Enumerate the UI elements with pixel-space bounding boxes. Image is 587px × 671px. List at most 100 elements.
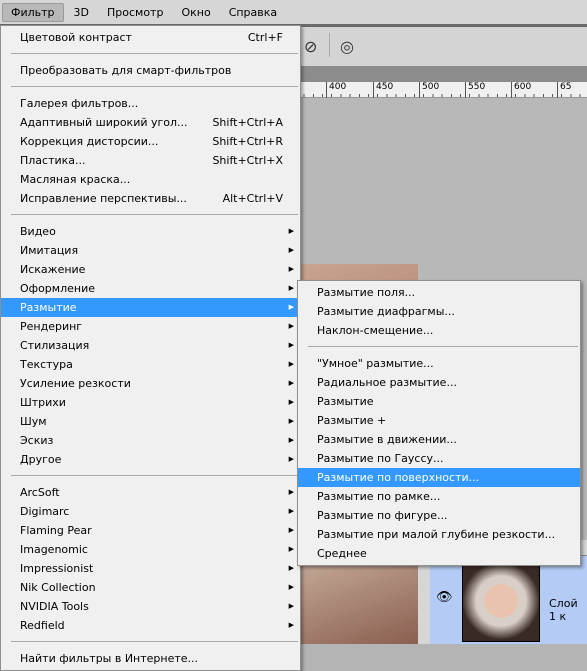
menu-item[interactable]: Flaming Pear ▶ <box>1 521 300 540</box>
menu-item[interactable]: Преобразовать для смарт-фильтров <box>1 61 300 80</box>
menu-item[interactable]: Имитация ▶ <box>1 241 300 260</box>
menu-item-label: Imagenomic <box>20 543 88 556</box>
menu-item[interactable]: Размытие по поверхности... <box>298 468 580 487</box>
submenu-arrow-icon: ▶ <box>288 360 294 368</box>
submenu-arrow-icon: ▶ <box>288 227 294 235</box>
menu-help[interactable]: Справка <box>221 4 285 21</box>
ruler-label: 550 <box>465 82 485 98</box>
menu-item[interactable]: Размытие <box>298 392 580 411</box>
menu-item[interactable]: Размытие диафрагмы... <box>298 302 580 321</box>
menu-item-label: Flaming Pear <box>20 524 92 537</box>
submenu-arrow-icon: ▶ <box>288 602 294 610</box>
menu-item-label: Наклон-смещение... <box>317 324 434 337</box>
menu-item-label: Размытие <box>20 301 77 314</box>
menu-item[interactable]: Масляная краска... <box>1 170 300 189</box>
menu-item-label: Размытие поля... <box>317 286 416 299</box>
submenu-arrow-icon: ▶ <box>288 564 294 572</box>
menu-item-label: Радиальное размытие... <box>317 376 457 389</box>
layer-thumbnail <box>462 560 540 642</box>
menu-item[interactable]: Коррекция дисторсии... Shift+Ctrl+R <box>1 132 300 151</box>
ruler-label: 450 <box>373 82 393 98</box>
menu-item-label: Размытие по поверхности... <box>317 471 480 484</box>
menu-3d[interactable]: 3D <box>66 4 97 21</box>
menu-item[interactable]: Шум ▶ <box>1 412 300 431</box>
shortcut-label: Alt+Ctrl+V <box>222 192 283 205</box>
menu-item[interactable]: Redfield ▶ <box>1 616 300 635</box>
menu-item-label: Эскиз <box>20 434 54 447</box>
menu-item-label: Рендеринг <box>20 320 83 333</box>
menu-item-label: Пластика... <box>20 154 86 167</box>
submenu-arrow-icon: ▶ <box>288 526 294 534</box>
target-pen-icon[interactable]: ◎ <box>340 37 354 56</box>
menu-item[interactable]: "Умное" размытие... <box>298 354 580 373</box>
menu-item[interactable]: Nik Collection ▶ <box>1 578 300 597</box>
menu-item[interactable]: Оформление ▶ <box>1 279 300 298</box>
menu-item[interactable]: Радиальное размытие... <box>298 373 580 392</box>
menu-item-label: Цветовой контраст <box>20 31 132 44</box>
submenu-arrow-icon: ▶ <box>288 322 294 330</box>
submenu-arrow-icon: ▶ <box>288 583 294 591</box>
menu-item[interactable]: Рендеринг ▶ <box>1 317 300 336</box>
menu-item[interactable]: Цветовой контраст Ctrl+F <box>1 28 300 47</box>
menu-item[interactable]: Эскиз ▶ <box>1 431 300 450</box>
menu-item-label: Размытие + <box>317 414 387 427</box>
menu-item[interactable]: ArcSoft ▶ <box>1 483 300 502</box>
menu-item[interactable]: Усиление резкости ▶ <box>1 374 300 393</box>
submenu-arrow-icon: ▶ <box>288 246 294 254</box>
menu-filter[interactable]: Фильтр <box>2 2 64 22</box>
menu-item[interactable]: Штрихи ▶ <box>1 393 300 412</box>
menu-item[interactable]: Другое ▶ <box>1 450 300 469</box>
menu-item[interactable]: Искажение ▶ <box>1 260 300 279</box>
ruler-label: 65 <box>557 82 571 98</box>
menu-item-label: Размытие в движении... <box>317 433 457 446</box>
menu-item-label: Размытие по фигуре... <box>317 509 448 522</box>
shortcut-label: Ctrl+F <box>247 31 283 44</box>
menu-item[interactable]: Imagenomic ▶ <box>1 540 300 559</box>
submenu-arrow-icon: ▶ <box>288 488 294 496</box>
menu-window[interactable]: Окно <box>173 4 218 21</box>
menu-item[interactable]: Среднее <box>298 544 580 563</box>
menu-item[interactable]: Размытие по фигуре... <box>298 506 580 525</box>
menu-item-label: Штрихи <box>20 396 66 409</box>
menu-item[interactable]: Размытие поля... <box>298 283 580 302</box>
submenu-arrow-icon: ▶ <box>288 284 294 292</box>
divider <box>329 33 330 57</box>
ruler-label: 500 <box>419 82 439 98</box>
menu-item[interactable]: Галерея фильтров... <box>1 94 300 113</box>
menu-item[interactable]: Стилизация ▶ <box>1 336 300 355</box>
menu-item-label: Найти фильтры в Интернете... <box>20 652 199 665</box>
ruler-label: 600 <box>511 82 531 98</box>
menu-item-label: Масляная краска... <box>20 173 131 186</box>
menu-item-label: Имитация <box>20 244 79 257</box>
menu-item[interactable]: Исправление перспективы... Alt+Ctrl+V <box>1 189 300 208</box>
shortcut-label: Shift+Ctrl+A <box>212 116 283 129</box>
menu-item[interactable]: Размытие в движении... <box>298 430 580 449</box>
menu-item[interactable]: Найти фильтры в Интернете... <box>1 649 300 668</box>
menu-item[interactable]: Размытие ▶ <box>1 298 300 317</box>
menu-item[interactable]: Размытие при малой глубине резкости... <box>298 525 580 544</box>
menu-item-label: Коррекция дисторсии... <box>20 135 159 148</box>
menu-item[interactable]: NVIDIA Tools ▶ <box>1 597 300 616</box>
menu-separator <box>11 641 298 642</box>
no-brush-icon[interactable]: ⊘ <box>304 37 317 56</box>
menu-bar: Фильтр 3D Просмотр Окно Справка <box>0 0 587 24</box>
menu-item-label: Стилизация <box>20 339 90 352</box>
menu-item[interactable]: Размытие + <box>298 411 580 430</box>
eye-icon[interactable]: 👁 <box>436 590 453 605</box>
menu-item[interactable]: Размытие по рамке... <box>298 487 580 506</box>
submenu-arrow-icon: ▶ <box>288 398 294 406</box>
menu-item[interactable]: Текстура ▶ <box>1 355 300 374</box>
submenu-arrow-icon: ▶ <box>288 545 294 553</box>
menu-item[interactable]: Пластика... Shift+Ctrl+X <box>1 151 300 170</box>
menu-item[interactable]: Наклон-смещение... <box>298 321 580 340</box>
submenu-arrow-icon: ▶ <box>288 436 294 444</box>
menu-item[interactable]: Digimarc ▶ <box>1 502 300 521</box>
menu-item[interactable]: Видео ▶ <box>1 222 300 241</box>
menu-item[interactable]: Адаптивный широкий угол... Shift+Ctrl+A <box>1 113 300 132</box>
menu-item-label: NVIDIA Tools <box>20 600 89 613</box>
menu-view[interactable]: Просмотр <box>99 4 171 21</box>
menu-item[interactable]: Размытие по Гауссу... <box>298 449 580 468</box>
submenu-arrow-icon: ▶ <box>288 455 294 463</box>
submenu-arrow-icon: ▶ <box>288 303 294 311</box>
menu-item[interactable]: Impressionist ▶ <box>1 559 300 578</box>
